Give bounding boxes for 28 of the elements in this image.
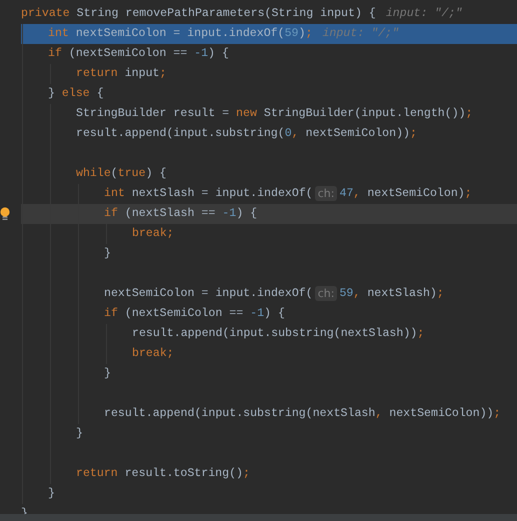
code-text: int nextSemiColon = input.indexOf(59); [48,26,312,42]
parameter-hint: ch: [314,186,338,202]
parameter-hint: ch: [314,286,338,302]
code-text: result.append(input.substring(0, nextSemiColon)); [76,126,417,142]
code-text: result.append(input.substring(nextSlash)); [132,326,424,342]
lightbulb-icon[interactable] [0,207,10,221]
code-text: if (nextSemiColon == -1) { [104,306,285,322]
code-text: } [48,486,55,502]
code-text: int nextSlash = input.indexOf( [104,186,313,202]
code-text: } [104,246,111,262]
code-text: private String removePathParameters(String input) { [21,6,376,22]
code-text: return result.toString(); [76,466,250,482]
code-text: 59, nextSlash); [339,286,444,302]
code-text: StringBuilder result = new StringBuilder(input.length()); [76,106,473,122]
code-text: } [76,426,83,442]
code-text: break; [132,226,174,242]
inlay-value-hint: input: "/;" [386,6,462,22]
code-text: if (nextSemiColon == -1) { [48,46,229,62]
code-text: result.append(input.substring(nextSlash, nextSemiColon)); [104,406,501,422]
code-text: while(true) { [76,166,166,182]
code-text: return input; [76,66,166,82]
code-text: nextSemiColon = input.indexOf( [104,286,313,302]
code-text: } [104,366,111,382]
code-text: } else { [48,86,104,102]
inlay-value-hint: input: "/;" [322,26,399,42]
code-text: if (nextSlash == -1) { [104,206,258,222]
code-text: 47, nextSemiColon); [339,186,472,202]
code-text: break; [132,346,174,362]
